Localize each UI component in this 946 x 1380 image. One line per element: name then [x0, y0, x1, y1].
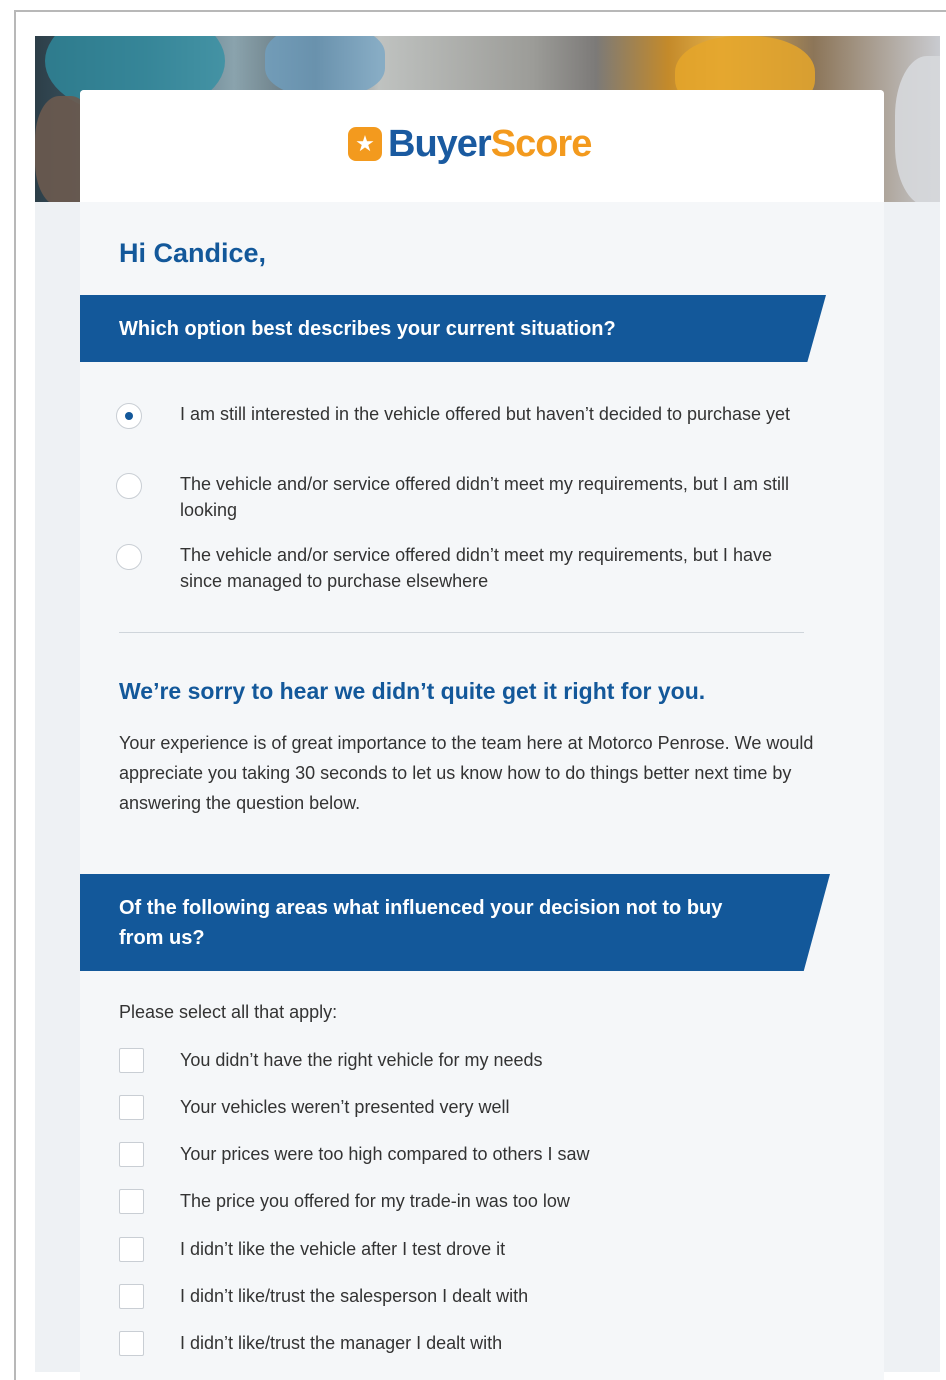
situation-option[interactable]: I am still interested in the vehicle off…	[116, 401, 800, 429]
influence-option[interactable]: I didn’t like/trust the salesperson I de…	[119, 1284, 528, 1309]
checkbox[interactable]	[119, 1189, 144, 1214]
influence-question: Of the following areas what influenced y…	[119, 896, 723, 949]
checkbox[interactable]	[119, 1284, 144, 1309]
radio-label[interactable]: I am still interested in the vehicle off…	[180, 401, 800, 427]
star-icon: ★	[348, 127, 382, 161]
radio-button-selected[interactable]	[116, 403, 142, 429]
select-instruction: Please select all that apply:	[119, 1002, 338, 1022]
checkbox[interactable]	[119, 1095, 144, 1120]
situation-option[interactable]: The vehicle and/or service offered didn’…	[116, 471, 800, 523]
checkbox[interactable]	[119, 1142, 144, 1167]
checkbox-label[interactable]: I didn’t like/trust the salesperson I de…	[180, 1286, 528, 1307]
situation-option[interactable]: The vehicle and/or service offered didn’…	[116, 542, 800, 594]
situation-question: Which option best describes your current…	[119, 317, 616, 340]
radio-button[interactable]	[116, 473, 142, 499]
checkbox[interactable]	[119, 1237, 144, 1262]
influence-question-banner: Of the following areas what influenced y…	[80, 874, 830, 971]
checkbox-label[interactable]: You didn’t have the right vehicle for my…	[180, 1050, 543, 1071]
greeting: Hi Candice,	[119, 238, 267, 268]
card-header: ★ BuyerScore	[80, 90, 884, 202]
situation-question-banner: Which option best describes your current…	[80, 295, 826, 362]
brand-name-part2: Score	[490, 123, 593, 165]
radio-label[interactable]: The vehicle and/or service offered didn’…	[180, 542, 800, 594]
influence-option[interactable]: Your prices were too high compared to ot…	[119, 1142, 590, 1167]
checkbox[interactable]	[119, 1048, 144, 1073]
sorry-heading: We’re sorry to hear we didn’t quite get …	[119, 678, 706, 704]
influence-option[interactable]: Your vehicles weren’t presented very wel…	[119, 1095, 510, 1120]
radio-label[interactable]: The vehicle and/or service offered didn’…	[180, 471, 800, 523]
sorry-text: Your experience is of great importance t…	[119, 733, 814, 813]
brand-logo: ★ BuyerScore	[348, 122, 593, 166]
checkbox[interactable]	[119, 1331, 144, 1356]
checkbox-label[interactable]: I didn’t like/trust the manager I dealt …	[180, 1333, 502, 1354]
survey-card: ★ BuyerScore Hi Candice, Which option be…	[80, 90, 884, 1380]
checkbox-label[interactable]: I didn’t like the vehicle after I test d…	[180, 1239, 505, 1260]
radio-button[interactable]	[116, 544, 142, 570]
brand-name-part1: Buyer	[388, 123, 492, 165]
section-divider	[119, 632, 804, 633]
influence-option[interactable]: I didn’t like the vehicle after I test d…	[119, 1237, 505, 1262]
influence-option[interactable]: You didn’t have the right vehicle for my…	[119, 1048, 543, 1073]
checkbox-label[interactable]: Your prices were too high compared to ot…	[180, 1144, 590, 1165]
influence-option[interactable]: The price you offered for my trade-in wa…	[119, 1189, 570, 1214]
influence-option[interactable]: I didn’t like/trust the manager I dealt …	[119, 1331, 502, 1356]
checkbox-label[interactable]: The price you offered for my trade-in wa…	[180, 1191, 570, 1212]
checkbox-label[interactable]: Your vehicles weren’t presented very wel…	[180, 1097, 510, 1118]
